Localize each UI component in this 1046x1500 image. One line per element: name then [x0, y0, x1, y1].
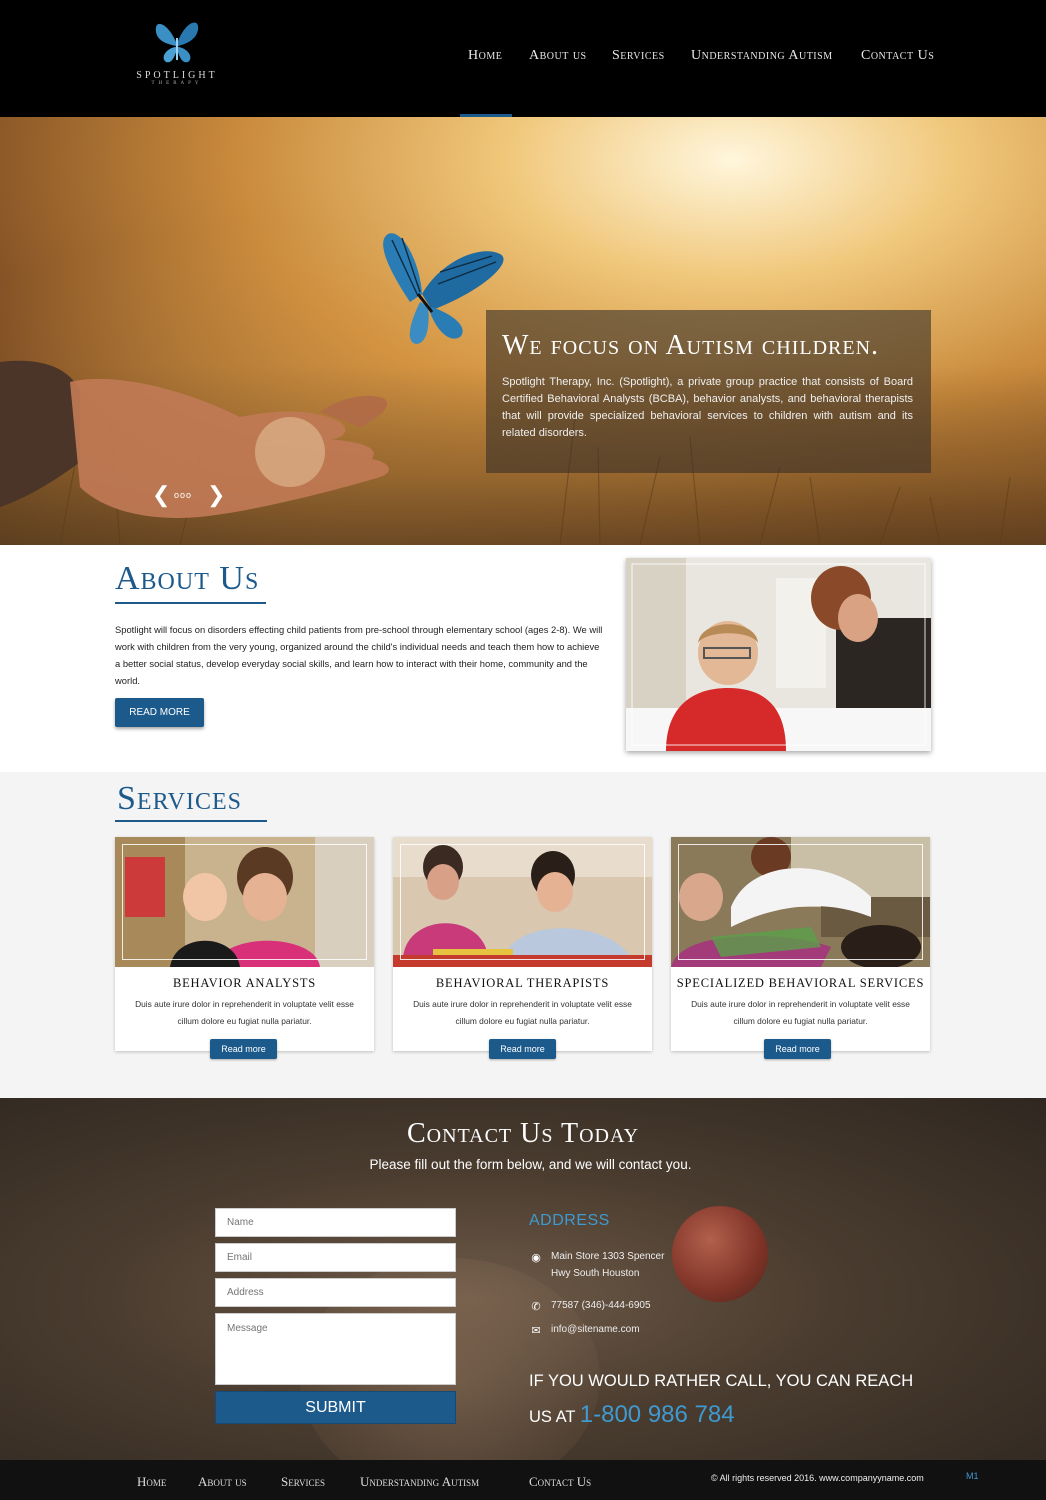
service-title: SPECIALIZED BEHAVIORAL SERVICES — [676, 976, 925, 990]
logo-subtitle: Therapy — [151, 81, 203, 86]
contact-section: Contact Us Today Please fill out the for… — [0, 1098, 1046, 1460]
name-field[interactable] — [215, 1208, 456, 1237]
services-title: Services — [117, 780, 242, 817]
about-title-underline — [115, 602, 266, 604]
address-field[interactable] — [215, 1278, 456, 1307]
service-read-more-button[interactable]: Read more — [764, 1039, 831, 1059]
submit-button[interactable]: SUBMIT — [215, 1391, 456, 1424]
service-image — [671, 837, 930, 967]
service-card-specialized-services: SPECIALIZED BEHAVIORAL SERVICES Duis aut… — [671, 837, 930, 1051]
service-card-behavioral-therapists: BEHAVIORAL THERAPISTS Duis aute irure do… — [393, 837, 652, 1051]
site-footer: Home About us Services Understanding Aut… — [0, 1460, 1046, 1500]
services-title-underline — [115, 820, 267, 822]
service-title: BEHAVIORAL THERAPISTS — [435, 976, 610, 990]
email-field[interactable] — [215, 1243, 456, 1272]
service-text: Duis aute irure dolor in reprehenderit i… — [691, 999, 910, 1026]
service-image — [115, 837, 374, 967]
about-read-more-button[interactable]: READ MORE — [115, 698, 204, 727]
about-title: About Us — [115, 560, 260, 597]
address-line-2: Hwy South Houston — [551, 1268, 640, 1279]
address-line-1: Main Store 1303 Spencer — [551, 1251, 665, 1262]
hero-caption: We focus on Autism children. Spotlight T… — [486, 310, 931, 473]
site-header: Spotlight Therapy Home About us Services… — [0, 0, 1046, 117]
chevron-left-icon[interactable]: ❮ — [152, 484, 170, 506]
footer-nav-about[interactable]: About us — [198, 1474, 247, 1490]
contact-title: Contact Us Today — [406, 1118, 640, 1149]
chevron-right-icon[interactable]: ❯ — [207, 484, 225, 506]
logo-wordmark: Spotlight — [136, 70, 218, 81]
footer-nav-understanding-autism[interactable]: Understanding Autism — [360, 1474, 479, 1490]
hero-headline: We focus on Autism children. — [502, 330, 880, 361]
footer-nav-services[interactable]: Services — [281, 1474, 325, 1490]
service-title: BEHAVIOR ANALYSTS — [172, 976, 317, 990]
hero-body: Spotlight Therapy, Inc. (Spotlight), a p… — [502, 376, 913, 439]
slider-dots[interactable]: ooo — [174, 490, 192, 500]
call-line-2: US AT — [529, 1408, 576, 1426]
service-card-behavior-analysts: BEHAVIOR ANALYSTS Duis aute irure dolor … — [115, 837, 374, 1051]
service-image — [393, 837, 652, 967]
nav-understanding-autism[interactable]: Understanding Autism — [691, 48, 833, 64]
about-photo-image — [626, 558, 931, 751]
service-read-more-button[interactable]: Read more — [210, 1039, 277, 1059]
nav-home[interactable]: Home — [468, 48, 502, 64]
message-field[interactable] — [215, 1313, 456, 1385]
phone-icon: ✆ — [531, 1301, 541, 1313]
slider-controls: ❮ ooo ❯ — [152, 484, 232, 506]
address-heading: ADDRESS — [529, 1212, 610, 1229]
call-line-1: IF YOU WOULD RATHER CALL, YOU CAN REACH — [529, 1372, 914, 1390]
nav-about[interactable]: About us — [529, 48, 587, 64]
phone-number[interactable]: 77587 (346)-444-6905 — [551, 1297, 651, 1314]
about-text: Spotlight will focus on disorders effect… — [115, 624, 603, 686]
footer-mark: M1 — [966, 1471, 979, 1481]
copyright-text: © All rights reserved 2016. www.companyy… — [711, 1473, 924, 1483]
call-number[interactable]: 1-800 986 784 — [580, 1401, 735, 1428]
footer-nav-home[interactable]: Home — [137, 1474, 166, 1490]
service-text: Duis aute irure dolor in reprehenderit i… — [413, 999, 632, 1026]
call-us-text: IF YOU WOULD RATHER CALL, YOU CAN REACH … — [529, 1364, 929, 1434]
footer-nav-contact[interactable]: Contact Us — [529, 1474, 591, 1490]
hero-slider: We focus on Autism children. Spotlight T… — [0, 117, 1046, 545]
map-pin-icon: ◉ — [531, 1252, 541, 1264]
service-read-more-button[interactable]: Read more — [489, 1039, 556, 1059]
service-text: Duis aute irure dolor in reprehenderit i… — [135, 999, 354, 1026]
nav-contact[interactable]: Contact Us — [861, 48, 934, 64]
contact-subtitle: Please fill out the form below, and we w… — [369, 1157, 692, 1172]
email-address[interactable]: info@sitename.com — [551, 1321, 640, 1338]
main-nav: Home About us Services Understanding Aut… — [0, 48, 1046, 68]
envelope-icon: ✉ — [531, 1325, 541, 1337]
nav-services[interactable]: Services — [612, 48, 665, 64]
about-photo — [626, 558, 931, 751]
